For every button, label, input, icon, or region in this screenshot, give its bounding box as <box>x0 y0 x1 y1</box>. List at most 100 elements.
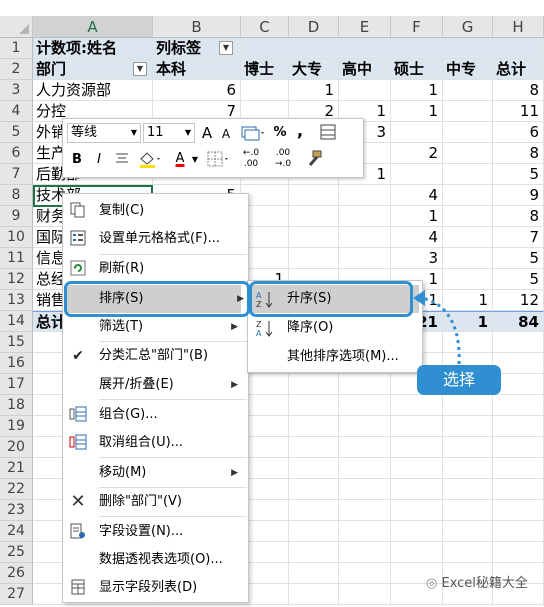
pivot-cell[interactable]: 7 <box>493 227 544 248</box>
menu-item-subtotal[interactable]: ✔ 分类汇总"部门"(B) <box>63 342 248 370</box>
pivot-cell[interactable] <box>339 185 391 206</box>
pivot-cell[interactable]: 1 <box>289 80 339 101</box>
pivot-cell[interactable]: 9 <box>493 185 544 206</box>
empty-cell[interactable] <box>493 416 544 437</box>
empty-cell[interactable] <box>493 521 544 542</box>
row-header[interactable]: 14 <box>0 311 33 332</box>
column-labels-filter-dropdown[interactable]: ▼ <box>219 41 233 55</box>
pivot-cell[interactable] <box>289 185 339 206</box>
empty-cell[interactable] <box>493 458 544 479</box>
pivot-cell[interactable]: 4 <box>391 227 443 248</box>
column-header-e[interactable]: E <box>339 16 391 38</box>
font-color-icon[interactable]: A <box>171 149 189 169</box>
column-header-d[interactable]: D <box>289 16 339 38</box>
pivot-cell[interactable]: 5 <box>493 248 544 269</box>
empty-cell[interactable] <box>391 500 443 521</box>
empty-cell[interactable] <box>289 521 339 542</box>
empty-cell[interactable] <box>339 374 391 395</box>
empty-cell[interactable] <box>391 458 443 479</box>
pivot-cell[interactable] <box>391 164 443 185</box>
row-header[interactable]: 12 <box>0 269 33 290</box>
pivot-cell[interactable]: 5 <box>493 269 544 290</box>
row-header[interactable]: 21 <box>0 458 33 479</box>
borders-icon[interactable] <box>205 149 231 176</box>
fill-color-icon[interactable] <box>137 149 163 176</box>
decrease-decimal-icon[interactable]: .00 →.0 <box>269 148 297 170</box>
empty-cell[interactable] <box>391 395 443 416</box>
format-painter-table-icon[interactable] <box>317 123 339 148</box>
empty-cell[interactable] <box>339 437 391 458</box>
menu-item-filter[interactable]: 筛选(T) ▶ <box>63 313 248 341</box>
row-header[interactable]: 22 <box>0 479 33 500</box>
row-header[interactable]: 11 <box>0 248 33 269</box>
row-header[interactable]: 23 <box>0 500 33 521</box>
row-header[interactable]: 2 <box>0 59 33 80</box>
row-header[interactable]: 18 <box>0 395 33 416</box>
menu-item-sort-descending[interactable]: ZA 降序(O) <box>248 314 422 342</box>
pivot-cell[interactable] <box>443 227 493 248</box>
pivot-cell[interactable]: 人力资源部 <box>33 80 153 101</box>
empty-cell[interactable] <box>443 479 493 500</box>
empty-cell[interactable] <box>493 500 544 521</box>
empty-cell[interactable] <box>443 395 493 416</box>
pivot-cell[interactable] <box>339 248 391 269</box>
grand-total-all[interactable]: 84 <box>493 311 544 332</box>
chevron-down-icon[interactable]: ▼ <box>190 150 200 170</box>
pivot-cell[interactable]: 1 <box>391 101 443 122</box>
header-benke[interactable]: 本科 <box>153 59 241 80</box>
empty-cell[interactable] <box>289 584 339 605</box>
empty-cell[interactable] <box>339 416 391 437</box>
header-boshi[interactable]: 博士 <box>241 59 289 80</box>
row-header[interactable]: 1 <box>0 38 33 59</box>
menu-item-copy[interactable]: 复制(C) <box>63 197 248 225</box>
empty-cell[interactable] <box>339 542 391 563</box>
column-header-f[interactable]: F <box>391 16 443 38</box>
row-header[interactable]: 20 <box>0 437 33 458</box>
row-header[interactable]: 24 <box>0 521 33 542</box>
font-name-box[interactable]: 等线 ▼ <box>67 123 141 143</box>
column-header-c[interactable]: C <box>241 16 289 38</box>
menu-item-field-settings[interactable]: 字段设置(N)... <box>63 518 248 546</box>
empty-cell[interactable] <box>339 395 391 416</box>
row-header[interactable]: 5 <box>0 122 33 143</box>
empty-cell[interactable] <box>289 395 339 416</box>
pivot-cell[interactable]: 1 <box>391 80 443 101</box>
row-header[interactable]: 4 <box>0 101 33 122</box>
empty-cell[interactable] <box>391 437 443 458</box>
empty-cell[interactable] <box>289 542 339 563</box>
pivot-cell[interactable] <box>443 164 493 185</box>
row-header[interactable]: 16 <box>0 353 33 374</box>
menu-item-more-sort-options[interactable]: 其他排序选项(M)... <box>248 343 422 371</box>
accounting-format-icon[interactable] <box>239 123 267 150</box>
pivot-cell[interactable]: 3 <box>391 248 443 269</box>
header-total[interactable]: 总计 <box>493 59 544 80</box>
menu-item-group[interactable]: 组合(G)... <box>63 401 248 429</box>
row-labels-filter-dropdown[interactable]: ▼ <box>133 62 147 76</box>
pivot-cell[interactable] <box>443 122 493 143</box>
row-header[interactable]: 7 <box>0 164 33 185</box>
empty-cell[interactable] <box>391 479 443 500</box>
pivot-cell[interactable] <box>339 227 391 248</box>
increase-decimal-icon[interactable]: ←.0 .00 <box>237 148 265 170</box>
pivot-cell[interactable] <box>289 227 339 248</box>
pivot-cell[interactable] <box>289 248 339 269</box>
format-painter-icon[interactable] <box>303 149 325 176</box>
pivot-cell[interactable] <box>339 206 391 227</box>
pivot-cell[interactable]: 8 <box>493 80 544 101</box>
align-center-icon[interactable] <box>113 150 131 173</box>
pivot-cell[interactable]: 12 <box>493 290 544 311</box>
row-header[interactable]: 8 <box>0 185 33 206</box>
menu-item-show-field-list[interactable]: 显示字段列表(D) <box>63 574 248 602</box>
pivot-cell[interactable] <box>339 80 391 101</box>
empty-cell[interactable] <box>443 458 493 479</box>
empty-cell[interactable] <box>289 479 339 500</box>
row-header[interactable]: 13 <box>0 290 33 311</box>
row-header[interactable]: 15 <box>0 332 33 353</box>
column-header-b[interactable]: B <box>153 16 241 38</box>
menu-item-delete-field[interactable]: ✕ 删除"部门"(V) <box>63 488 248 516</box>
row-header[interactable]: 10 <box>0 227 33 248</box>
empty-cell[interactable] <box>493 332 544 353</box>
grow-font-icon[interactable]: A <box>199 123 215 143</box>
pivot-cell[interactable] <box>443 185 493 206</box>
empty-cell[interactable] <box>339 563 391 584</box>
